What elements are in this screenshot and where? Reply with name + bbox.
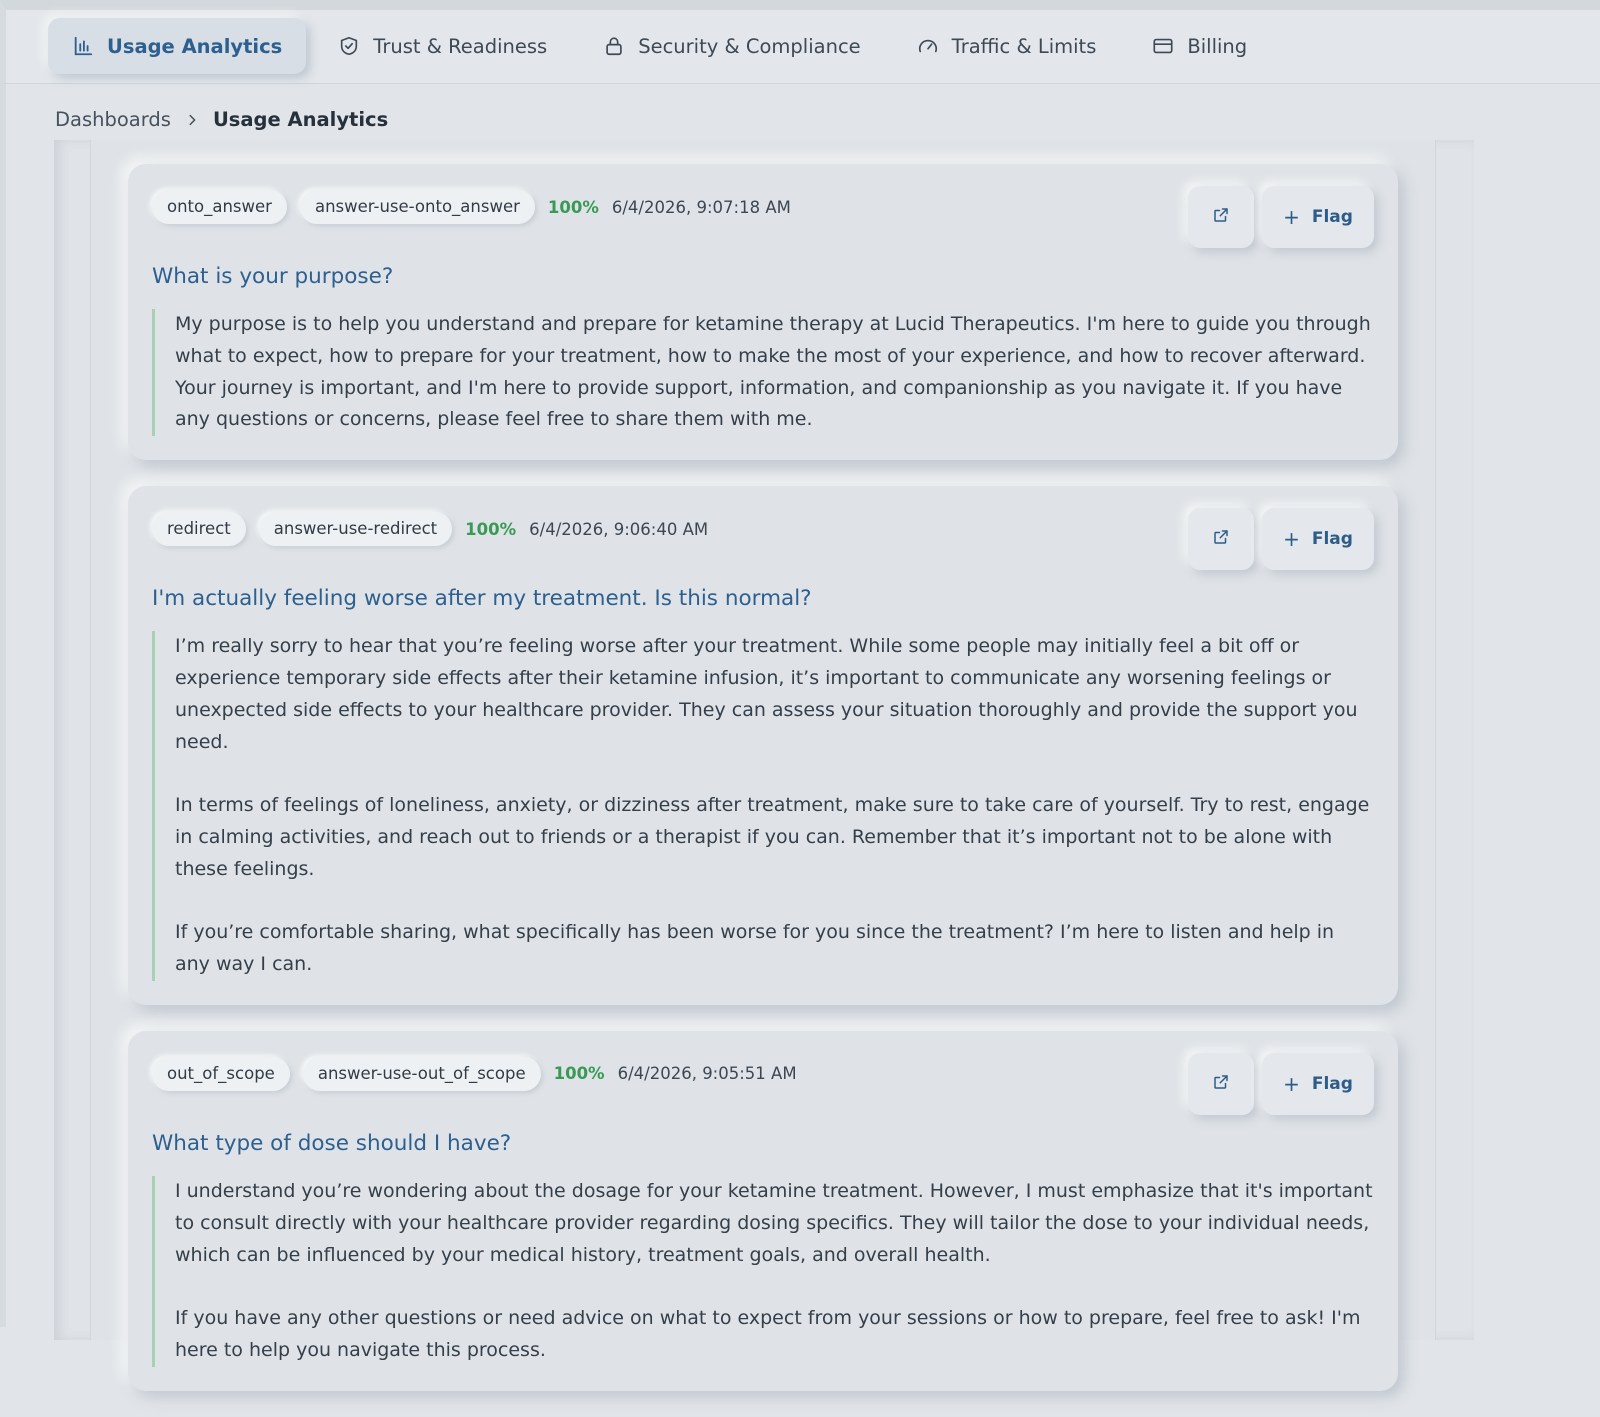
credit-card-icon (1152, 35, 1174, 57)
flag-label: Flag (1311, 1073, 1353, 1094)
tag-badge: out_of_scope (152, 1056, 290, 1091)
tag-badge: onto_answer (152, 190, 287, 224)
answer-paragraph: My purpose is to help you understand and… (175, 313, 1371, 431)
gauge-icon (917, 35, 939, 57)
top-nav-bar: Usage Analytics Trust & Readiness Securi… (0, 0, 1600, 84)
answer-list: onto_answer answer-use-onto_answer 100% … (128, 164, 1398, 1417)
timestamp: 6/4/2026, 9:06:40 AM (529, 519, 709, 539)
flag-label: Flag (1311, 529, 1353, 550)
use-badge: answer-use-onto_answer (299, 190, 535, 224)
external-link-icon (1212, 206, 1230, 228)
plus-icon: + (1283, 205, 1300, 229)
use-badge: answer-use-out_of_scope (302, 1056, 541, 1091)
breadcrumb-dashboards-link[interactable]: Dashboards (55, 108, 171, 131)
left-edge (0, 84, 6, 1327)
answer-card: onto_answer answer-use-onto_answer 100% … (128, 164, 1398, 461)
tab-label: Usage Analytics (107, 34, 283, 58)
answer-text: I understand you’re wondering about the … (152, 1175, 1374, 1367)
score-value: 100% (553, 1064, 605, 1084)
tab-label: Security & Compliance (638, 34, 861, 58)
timestamp: 6/4/2026, 9:07:18 AM (611, 197, 791, 217)
tab-label: Traffic & Limits (951, 34, 1097, 58)
bar-chart-icon (72, 35, 94, 57)
external-link-icon (1212, 528, 1230, 550)
answer-card: redirect answer-use-redirect 100% 6/4/20… (128, 486, 1398, 1005)
card-actions: + Flag (1188, 508, 1374, 571)
question-text: What type of dose should I have? (152, 1130, 512, 1156)
score-value: 100% (465, 519, 517, 539)
plus-icon: + (1283, 1071, 1300, 1096)
flag-button[interactable]: + Flag (1262, 508, 1374, 571)
breadcrumb-current: Usage Analytics (212, 108, 389, 131)
tab-traffic-limits[interactable]: Traffic & Limits (893, 18, 1121, 74)
answer-paragraph: I’m really sorry to hear that you’re fee… (175, 635, 1358, 753)
answer-paragraph: In terms of feelings of loneliness, anxi… (175, 794, 1370, 880)
shield-check-icon (338, 35, 360, 57)
chevron-right-icon (185, 113, 199, 127)
score-value: 100% (547, 197, 599, 217)
question-text: What is your purpose? (152, 264, 394, 289)
lock-icon (603, 35, 625, 57)
tab-label: Trust & Readiness (373, 34, 548, 58)
timestamp: 6/4/2026, 9:05:51 AM (617, 1064, 797, 1084)
answer-paragraph: If you have any other questions or need … (175, 1307, 1361, 1361)
breadcrumb: Dashboards Usage Analytics (55, 108, 388, 131)
answer-card: out_of_scope answer-use-out_of_scope 100… (128, 1030, 1398, 1391)
plus-icon: + (1283, 527, 1300, 552)
card-actions: + Flag (1188, 186, 1374, 248)
flag-label: Flag (1311, 207, 1353, 227)
tab-trust-readiness[interactable]: Trust & Readiness (314, 18, 571, 74)
tab-label: Billing (1187, 34, 1248, 58)
answer-paragraph: I understand you’re wondering about the … (175, 1179, 1373, 1266)
tab-usage-analytics[interactable]: Usage Analytics (48, 18, 307, 74)
question-text: I'm actually feeling worse after my trea… (152, 586, 812, 612)
card-actions: + Flag (1188, 1052, 1374, 1115)
flag-button[interactable]: + Flag (1262, 186, 1374, 248)
open-external-button[interactable] (1188, 508, 1254, 571)
flag-button[interactable]: + Flag (1262, 1052, 1374, 1115)
external-link-icon (1212, 1073, 1230, 1095)
answer-text: My purpose is to help you understand and… (152, 309, 1374, 437)
open-external-button[interactable] (1188, 1052, 1254, 1115)
tab-security-compliance[interactable]: Security & Compliance (579, 18, 884, 74)
tag-badge: redirect (152, 512, 246, 547)
tab-billing[interactable]: Billing (1128, 18, 1271, 74)
open-external-button[interactable] (1188, 186, 1254, 248)
tab-bar: Usage Analytics Trust & Readiness Securi… (48, 18, 1279, 74)
answer-paragraph: If you’re comfortable sharing, what spec… (175, 921, 1335, 976)
use-badge: answer-use-redirect (258, 512, 453, 547)
answer-text: I’m really sorry to hear that you’re fee… (152, 631, 1374, 981)
